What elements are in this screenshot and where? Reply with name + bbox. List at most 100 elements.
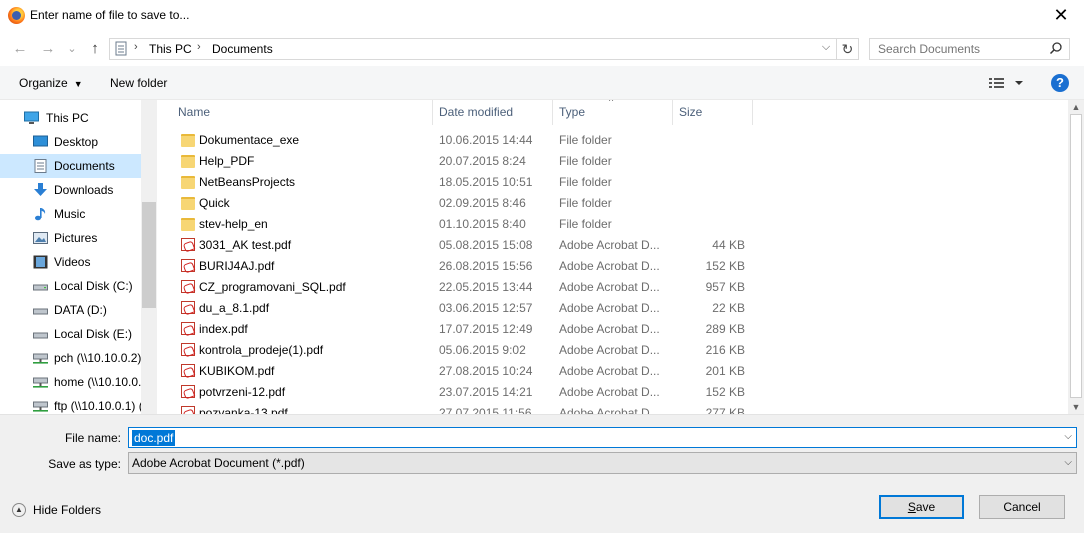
file-row[interactable]: index.pdf 17.07.2015 12:49 Adobe Acrobat… [157,319,1068,340]
column-header-date-modified[interactable]: Date modified [433,100,553,125]
sidebar-item-desktop[interactable]: Desktop [0,130,141,154]
refresh-icon[interactable]: ↻ [836,39,858,59]
close-icon[interactable]: ✕ [1038,0,1084,31]
help-icon[interactable]: ? [1051,74,1069,92]
sidebar-item-documents[interactable]: Documents [0,154,141,178]
sidebar-item-network-pch[interactable]: pch (\\10.10.0.2) [0,346,141,370]
file-row[interactable]: BURIJ4AJ.pdf 26.08.2015 15:56 Adobe Acro… [157,256,1068,277]
file-type: Adobe Acrobat D... [559,259,660,273]
file-type: File folder [559,154,612,168]
column-header-size[interactable]: Size [673,100,753,125]
breadcrumb-documents[interactable]: Documents [212,42,273,56]
file-row[interactable]: Dokumentace_exe 10.06.2015 14:44 File fo… [157,130,1068,151]
up-arrow-icon[interactable]: ↑ [85,39,105,59]
title-bar: Enter name of file to save to... ✕ [0,0,1084,32]
drive-icon [33,308,48,315]
file-name-value[interactable]: doc.pdf [132,430,176,446]
chevron-down-icon[interactable]: ⌵ [1064,431,1072,442]
sidebar-item-local-disk-e[interactable]: Local Disk (E:) [0,322,141,346]
file-size: 957 KB [705,280,745,294]
file-date: 27.07.2015 11:56 [439,406,532,414]
file-name: kontrola_prodeje(1).pdf [199,343,324,357]
file-row[interactable]: potvrzeni-12.pdf 23.07.2015 14:21 Adobe … [157,382,1068,403]
file-date: 26.08.2015 15:56 [439,259,533,273]
file-row[interactable]: stev-help_en 01.10.2015 8:40 File folder [157,214,1068,235]
file-name: pozvanka-13.pdf [199,406,288,414]
change-view-icon[interactable] [988,75,1028,91]
file-type: Adobe Acrobat D... [559,385,660,399]
file-size: 289 KB [705,322,745,336]
sidebar-item-music[interactable]: Music [0,202,141,226]
pdf-file-icon [181,343,195,356]
save-as-type-select[interactable]: Adobe Acrobat Document (*.pdf) ⌵ [128,452,1077,474]
sidebar-item-downloads[interactable]: Downloads [0,178,141,202]
chevron-up-icon: ▲ [12,503,26,517]
search-box[interactable] [869,38,1070,60]
file-row[interactable]: Help_PDF 20.07.2015 8:24 File folder [157,151,1068,172]
sidebar-item-network-ftp[interactable]: ftp (\\10.10.0.1) ( [0,394,141,414]
breadcrumb-this-pc[interactable]: This PC [149,42,192,56]
firefox-app-icon [8,7,25,24]
file-name: du_a_8.1.pdf [199,301,270,315]
file-row[interactable]: kontrola_prodeje(1).pdf 05.06.2015 9:02 … [157,340,1068,361]
sidebar-item-label: DATA (D:) [54,303,107,317]
cancel-button[interactable]: Cancel [979,495,1065,519]
file-name: Quick [199,196,230,210]
back-arrow-icon[interactable]: ← [10,39,30,59]
organize-button[interactable]: Organize ▼ [19,76,83,90]
file-type: File folder [559,175,612,189]
file-row[interactable]: Quick 02.09.2015 8:46 File folder [157,193,1068,214]
scroll-down-icon[interactable]: ▼ [1068,400,1084,414]
search-input[interactable] [870,39,1045,59]
file-type: Adobe Acrobat D... [559,280,660,294]
scroll-up-icon[interactable]: ▲ [1068,100,1084,114]
file-date: 17.07.2015 12:49 [439,322,533,336]
save-as-type-value: Adobe Acrobat Document (*.pdf) [132,456,305,470]
navigation-pane-scrollbar[interactable] [141,100,157,414]
file-row[interactable]: NetBeansProjects 18.05.2015 10:51 File f… [157,172,1068,193]
desktop-icon [33,135,48,147]
file-name: NetBeansProjects [199,175,296,189]
sidebar-item-pictures[interactable]: Pictures [0,226,141,250]
file-name: Dokumentace_exe [199,133,300,147]
sidebar-item-label: Pictures [54,231,98,245]
sidebar-item-label: This PC [46,111,89,125]
file-row[interactable]: 3031_AK test.pdf 05.08.2015 15:08 Adobe … [157,235,1068,256]
file-row[interactable]: KUBIKOM.pdf 27.08.2015 10:24 Adobe Acrob… [157,361,1068,382]
file-name: BURIJ4AJ.pdf [199,259,275,273]
address-dropdown-icon[interactable]: ⌵ [818,41,834,54]
column-header-name[interactable]: Name [172,100,433,125]
new-folder-button[interactable]: New folder [110,76,167,90]
network-drive-icon [33,401,48,412]
file-name-label: File name: [64,431,121,445]
breadcrumb-separator-icon[interactable]: › [134,41,138,53]
sidebar-item-local-disk-c[interactable]: Local Disk (C:) [0,274,141,298]
sidebar-item-this-pc[interactable]: This PC [0,106,141,130]
sidebar-item-videos[interactable]: Videos [0,250,141,274]
sidebar-item-network-home[interactable]: home (\\10.10.0. [0,370,141,394]
save-label: ave [915,500,936,514]
breadcrumb-separator-icon[interactable]: › [197,41,201,53]
organize-label: Organize [19,76,68,90]
chevron-down-icon[interactable]: ⌵ [1064,457,1072,468]
file-row[interactable]: pozvanka-13.pdf 27.07.2015 11:56 Adobe A… [157,403,1068,414]
scrollbar-thumb[interactable] [142,202,156,308]
sidebar-item-label: Videos [54,255,91,269]
file-name-field[interactable]: doc.pdf ⌵ [128,427,1077,448]
forward-arrow-icon[interactable]: → [38,39,58,59]
navigation-pane: This PC Desktop Documents Downloads Musi… [0,100,157,414]
recent-locations-chevron-icon[interactable]: ⌄ [62,39,82,59]
address-bar[interactable]: › This PC › Documents ⌵ ↻ [109,38,859,60]
file-row[interactable]: du_a_8.1.pdf 03.06.2015 12:57 Adobe Acro… [157,298,1068,319]
pdf-file-icon [181,322,195,335]
folder-icon [181,197,195,210]
file-date: 02.09.2015 8:46 [439,196,526,210]
scrollbar-thumb[interactable] [1070,114,1082,398]
search-icon[interactable] [1049,41,1063,55]
file-list-scrollbar[interactable]: ▲ ▼ [1068,100,1084,414]
sidebar-item-label: Local Disk (E:) [54,327,133,341]
save-button[interactable]: Save [879,495,964,519]
folder-icon [181,134,195,147]
sidebar-item-data-d[interactable]: DATA (D:) [0,298,141,322]
file-row[interactable]: CZ_programovani_SQL.pdf 22.05.2015 13:44… [157,277,1068,298]
